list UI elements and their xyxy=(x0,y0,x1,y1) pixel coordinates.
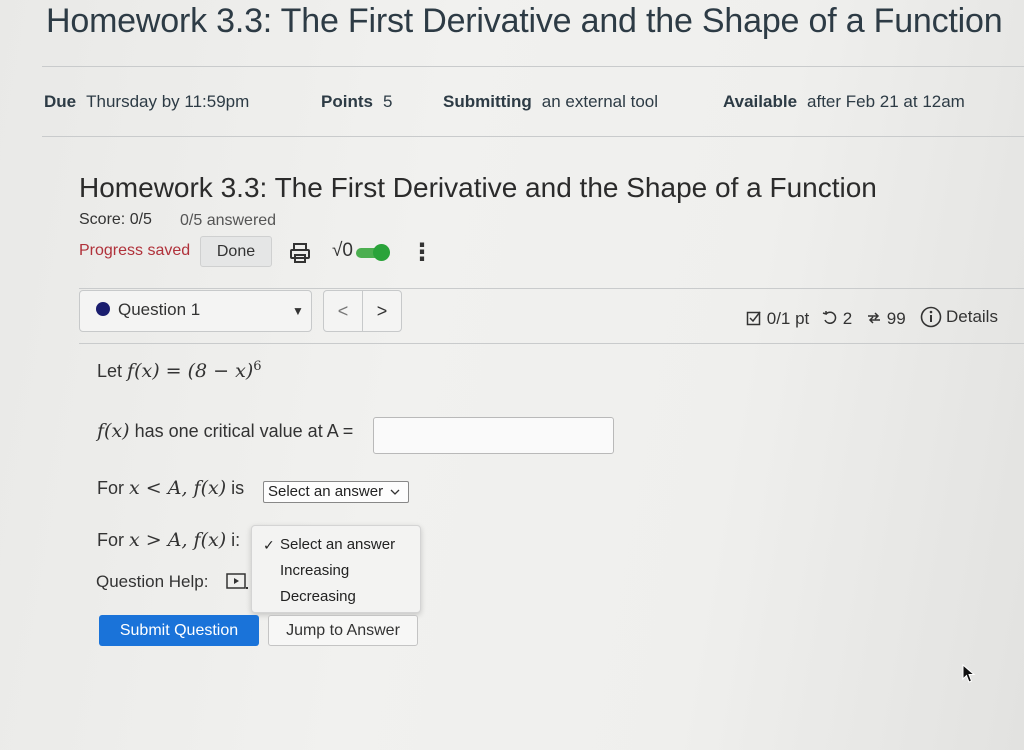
divider xyxy=(79,288,1024,289)
dropdown-option[interactable]: Decreasing xyxy=(280,588,356,605)
retries-count: 2 xyxy=(842,309,853,328)
less-than-answer-select[interactable]: Select an answer xyxy=(263,481,409,503)
for-label: For xyxy=(97,478,124,498)
submitting-info: Submitting an external tool xyxy=(443,92,658,112)
function-exponent: 6 xyxy=(253,359,262,374)
question-status-dot xyxy=(96,302,110,316)
for-label: For xyxy=(97,530,124,550)
let-label: Let xyxy=(97,361,123,381)
math-entry-label[interactable]: √0 xyxy=(332,240,353,262)
details-label: Details xyxy=(946,307,998,326)
retry-icon xyxy=(822,311,837,324)
due-label: Due xyxy=(44,92,77,111)
question-help-label: Question Help: xyxy=(96,572,209,591)
retries-status: 2 xyxy=(822,309,852,329)
crit-text: has one critical value at A = xyxy=(134,421,354,441)
done-button[interactable]: Done xyxy=(200,236,272,267)
due-value: Thursday by 11:59pm xyxy=(86,92,250,111)
previous-question-button[interactable]: < xyxy=(323,290,363,332)
is-label-clipped: i: xyxy=(231,530,241,550)
available-label: Available xyxy=(723,92,798,111)
check-icon: ✓ xyxy=(263,537,275,553)
checkbox-icon xyxy=(746,311,761,326)
progress-saved-status: Progress saved xyxy=(79,242,191,259)
points-value: 5 xyxy=(382,92,393,111)
video-icon[interactable] xyxy=(226,573,248,594)
submit-question-button[interactable]: Submit Question xyxy=(99,615,259,646)
details-button[interactable]: Details xyxy=(920,306,998,328)
toggle-knob[interactable] xyxy=(373,244,390,261)
chevron-down-icon: ▼ xyxy=(292,304,304,318)
next-question-button[interactable]: > xyxy=(362,290,402,332)
critical-value-input[interactable] xyxy=(373,417,614,454)
mouse-cursor-icon xyxy=(962,663,976,689)
less-than-expression: x < A, f(x) xyxy=(129,477,227,499)
info-icon xyxy=(920,306,942,328)
submitting-label: Submitting xyxy=(443,92,532,111)
points-label: Points xyxy=(321,92,373,111)
function-expression: f(x) = (8 − x) xyxy=(127,360,254,382)
assignment-title: Homework 3.3: The First Derivative and t… xyxy=(46,2,1003,40)
less-than-prompt: For x < A, f(x) is xyxy=(97,477,244,499)
available-info: Available after Feb 21 at 12am xyxy=(723,92,965,112)
divider xyxy=(42,66,1024,67)
print-icon[interactable] xyxy=(288,241,312,270)
answered-count: 0/5 answered xyxy=(180,212,277,229)
function-definition: Let f(x) = (8 − x)6 xyxy=(97,359,262,382)
question-select-label: Question 1 xyxy=(118,300,201,319)
more-icon[interactable]: ⋮ xyxy=(410,238,434,267)
points-status-text: 0/1 pt xyxy=(766,309,810,328)
answer-dropdown-menu[interactable]: ✓ Select an answer Increasing Decreasing xyxy=(251,525,421,613)
points-info: Points 5 xyxy=(321,92,392,112)
attempts-status: 99 xyxy=(866,309,906,329)
divider xyxy=(79,343,1024,344)
homework-title: Homework 3.3: The First Derivative and t… xyxy=(79,172,877,203)
greater-than-expression: x > A, f(x) xyxy=(129,529,227,551)
score-text: Score: 0/5 xyxy=(79,211,152,228)
attempts-icon xyxy=(868,312,880,324)
critical-value-prompt: f(x) has one critical value at A = xyxy=(97,420,353,442)
crit-function: f(x) xyxy=(97,420,130,442)
chevron-down-icon xyxy=(390,489,400,495)
is-label: is xyxy=(231,478,245,498)
available-value: after Feb 21 at 12am xyxy=(807,92,965,111)
points-status: 0/1 pt xyxy=(746,309,809,329)
submitting-value: an external tool xyxy=(541,92,659,111)
select-value: Select an answer xyxy=(268,483,384,500)
attempts-count: 99 xyxy=(886,309,906,328)
greater-than-prompt: For x > A, f(x) i: xyxy=(97,529,240,551)
jump-to-answer-button[interactable]: Jump to Answer xyxy=(268,615,418,646)
dropdown-option[interactable]: Increasing xyxy=(280,562,349,579)
due-info: Due Thursday by 11:59pm xyxy=(44,92,249,112)
dropdown-option[interactable]: Select an answer xyxy=(280,536,395,553)
divider xyxy=(42,136,1024,137)
